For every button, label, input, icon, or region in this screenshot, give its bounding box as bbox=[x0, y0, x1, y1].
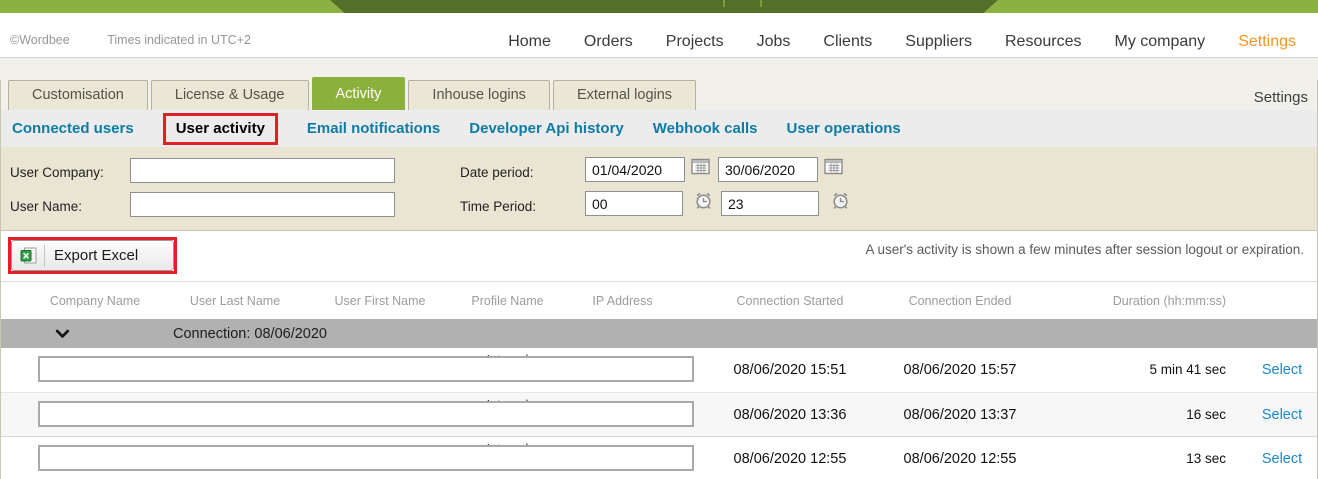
duration-cell: 5 min 41 sec bbox=[1020, 348, 1226, 392]
col-profile-name: Profile Name bbox=[450, 282, 565, 320]
date-to-input[interactable] bbox=[718, 157, 818, 182]
duration-cell: 13 sec bbox=[1020, 437, 1226, 479]
results-toolbar: Export Excel A user's activity is shown … bbox=[0, 231, 1318, 281]
connection-started-cell: 08/06/2020 13:36 bbox=[680, 393, 900, 437]
tab-customisation[interactable]: Customisation bbox=[8, 80, 148, 110]
nav-item-projects[interactable]: Projects bbox=[666, 33, 724, 51]
export-excel-annotation-box: Export Excel bbox=[8, 237, 177, 274]
clock-icon[interactable] bbox=[694, 191, 713, 215]
top-brand-bar bbox=[0, 0, 1318, 13]
subtab-connected-users[interactable]: Connected users bbox=[12, 120, 134, 137]
user-activity-annotation-box: User activity bbox=[163, 113, 278, 145]
col-connection-ended: Connection Ended bbox=[900, 282, 1020, 320]
calendar-icon[interactable] bbox=[824, 158, 843, 180]
connection-ended-cell: 08/06/2020 13:37 bbox=[900, 393, 1020, 437]
calendar-icon[interactable] bbox=[691, 158, 710, 180]
activity-table-header: Company Name User Last Name User First N… bbox=[0, 281, 1318, 319]
tab-license-usage[interactable]: License & Usage bbox=[151, 80, 309, 110]
activity-delay-note: A user's activity is shown a few minutes… bbox=[865, 242, 1304, 257]
connection-ended-cell: 08/06/2020 15:57 bbox=[900, 348, 1020, 392]
nav-left-texts: ©Wordbee Times indicated in UTC+2 bbox=[10, 33, 251, 47]
user-company-input[interactable] bbox=[130, 158, 395, 183]
nav-item-suppliers[interactable]: Suppliers bbox=[905, 33, 972, 51]
col-connection-started: Connection Started bbox=[680, 282, 900, 320]
col-company-name: Company Name bbox=[30, 282, 160, 320]
copyright-label: ©Wordbee bbox=[10, 33, 70, 47]
clock-icon[interactable] bbox=[831, 191, 850, 215]
table-row: Internal Administrator 08/06/2020 13:36 … bbox=[0, 393, 1318, 437]
time-period-label: Time Period: bbox=[460, 199, 536, 214]
button-divider bbox=[44, 245, 45, 267]
redacted-user-info-box bbox=[38, 356, 694, 382]
subtab-developer-api-history[interactable]: Developer Api history bbox=[469, 120, 623, 137]
nav-item-settings[interactable]: Settings bbox=[1238, 33, 1296, 51]
date-from-input[interactable] bbox=[585, 157, 685, 182]
nav-item-jobs[interactable]: Jobs bbox=[757, 33, 791, 51]
main-nav: Home Orders Projects Jobs Clients Suppli… bbox=[508, 33, 1296, 51]
col-user-last-name: User Last Name bbox=[160, 282, 310, 320]
brand-bar-tick bbox=[760, 0, 762, 7]
col-duration: Duration (hh:mm:ss) bbox=[1020, 282, 1226, 320]
tab-external-logins[interactable]: External logins bbox=[553, 80, 696, 110]
subtab-user-activity[interactable]: User activity bbox=[176, 120, 265, 137]
subtab-email-notifications[interactable]: Email notifications bbox=[307, 120, 440, 137]
redacted-user-info-box bbox=[38, 401, 694, 427]
connection-started-cell: 08/06/2020 15:51 bbox=[680, 348, 900, 392]
time-to-input[interactable] bbox=[721, 191, 819, 216]
subtab-user-operations[interactable]: User operations bbox=[787, 120, 901, 137]
nav-item-home[interactable]: Home bbox=[508, 33, 551, 51]
col-user-first-name: User First Name bbox=[310, 282, 450, 320]
user-name-input[interactable] bbox=[130, 192, 395, 217]
date-period-label: Date period: bbox=[460, 165, 534, 180]
select-link[interactable]: Select bbox=[1247, 348, 1317, 392]
nav-item-resources[interactable]: Resources bbox=[1005, 33, 1081, 51]
user-name-label: User Name: bbox=[10, 199, 82, 214]
connection-ended-cell: 08/06/2020 12:55 bbox=[900, 437, 1020, 479]
excel-icon bbox=[20, 247, 37, 264]
connection-group-label: Connection: 08/06/2020 bbox=[173, 326, 327, 342]
brand-bar-tick bbox=[723, 0, 725, 7]
tab-activity[interactable]: Activity bbox=[312, 77, 406, 110]
time-from-input[interactable] bbox=[585, 191, 683, 216]
settings-corner-label: Settings bbox=[1254, 89, 1308, 106]
settings-tabs-row: Customisation License & Usage Activity I… bbox=[0, 80, 1318, 110]
table-row: Internal Administrator 08/06/2020 15:51 … bbox=[0, 348, 1318, 393]
export-excel-label: Export Excel bbox=[54, 247, 138, 264]
timezone-note: Times indicated in UTC+2 bbox=[107, 33, 251, 47]
search-filter-panel: User Company: User Name: Date period: Pi… bbox=[0, 147, 1318, 231]
settings-tabs: Customisation License & Usage Activity I… bbox=[8, 77, 696, 110]
brand-bar-dark-segment bbox=[330, 0, 998, 13]
main-nav-bar: ©Wordbee Times indicated in UTC+2 Home O… bbox=[0, 13, 1318, 58]
redacted-user-info-box bbox=[38, 445, 694, 471]
table-row: Internal Administrator 08/06/2020 12:55 … bbox=[0, 437, 1318, 479]
select-link[interactable]: Select bbox=[1247, 437, 1317, 479]
user-company-label: User Company: bbox=[10, 165, 104, 180]
col-ip-address: IP Address bbox=[565, 282, 680, 320]
subtab-webhook-calls[interactable]: Webhook calls bbox=[653, 120, 758, 137]
connection-group-row[interactable]: Connection: 08/06/2020 bbox=[0, 319, 1318, 348]
export-excel-button[interactable]: Export Excel bbox=[11, 240, 174, 271]
nav-item-my-company[interactable]: My company bbox=[1114, 33, 1205, 51]
select-link[interactable]: Select bbox=[1247, 393, 1317, 437]
nav-item-clients[interactable]: Clients bbox=[823, 33, 872, 51]
connection-started-cell: 08/06/2020 12:55 bbox=[680, 437, 900, 479]
duration-cell: 16 sec bbox=[1020, 393, 1226, 437]
tab-inhouse-logins[interactable]: Inhouse logins bbox=[408, 80, 550, 110]
activity-subtabs: Connected users User activity Email noti… bbox=[0, 110, 1318, 147]
chevron-down-icon[interactable] bbox=[55, 329, 70, 339]
nav-item-orders[interactable]: Orders bbox=[584, 33, 633, 51]
